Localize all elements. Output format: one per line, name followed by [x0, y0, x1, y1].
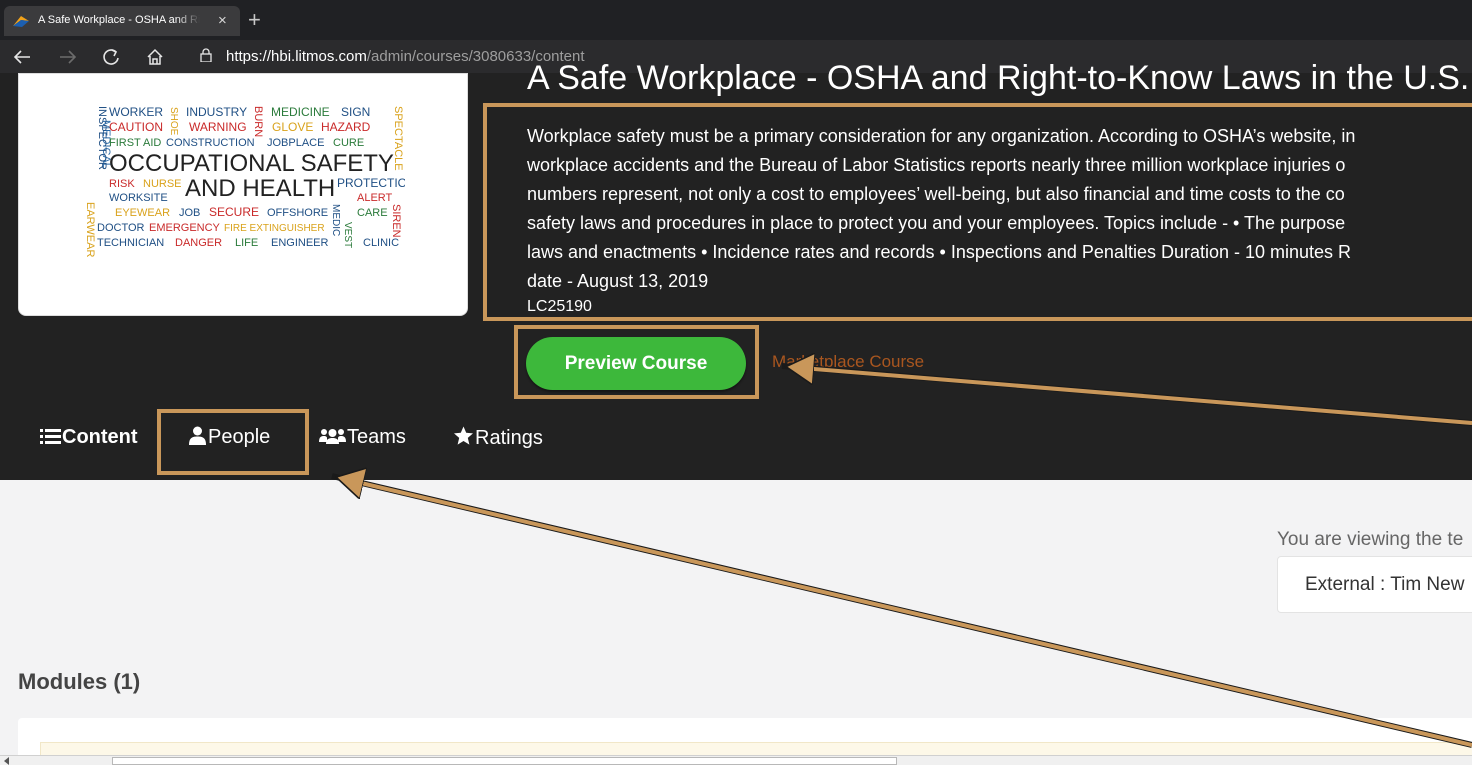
- viewing-as-label: You are viewing the te: [1277, 529, 1464, 550]
- browser-tab[interactable]: A Safe Workplace - OSHA and Right-to-Kno…: [4, 6, 240, 36]
- tab-content[interactable]: Content: [40, 426, 138, 448]
- course-code: LC25190: [527, 298, 592, 315]
- viewing-as-value: External : Tim New: [1305, 574, 1465, 595]
- word-alert: ALERT: [357, 192, 393, 204]
- lock-icon[interactable]: [200, 48, 212, 62]
- new-tab-icon[interactable]: +: [248, 6, 261, 34]
- word-jobplace: JOBPLACE: [267, 137, 324, 149]
- word-hazard: HAZARD: [321, 120, 371, 134]
- word-medicine: MEDICINE: [271, 105, 330, 119]
- word-earwear: EARWEAR: [84, 202, 96, 257]
- course-description-highlight: Workplace safety must be a primary consi…: [483, 103, 1472, 321]
- tab-content-label: Content: [62, 426, 138, 448]
- word-construction: CONSTRUCTION: [166, 137, 255, 149]
- horizontal-scrollbar[interactable]: [0, 755, 1472, 765]
- course-tabs: Content People Teams Ratings: [0, 408, 1472, 475]
- word-medic: MEDIC: [330, 204, 341, 236]
- preview-course-button[interactable]: Preview Course: [526, 337, 746, 390]
- close-tab-icon[interactable]: ×: [218, 11, 227, 31]
- word-risk: RISK: [109, 178, 135, 190]
- star-icon: [454, 426, 473, 445]
- word-eyewear: EYEWEAR: [115, 207, 170, 219]
- preview-course-highlight: Preview Course: [514, 325, 759, 399]
- modules-heading: Modules (1): [18, 669, 141, 694]
- tab-people-label: People: [208, 426, 271, 448]
- description-line: numbers represent, not only a cost to em…: [527, 184, 1345, 204]
- list-icon: [40, 429, 61, 444]
- back-icon[interactable]: [12, 48, 32, 66]
- word-nurse: NURSE: [143, 178, 182, 190]
- refresh-icon[interactable]: [101, 47, 121, 67]
- word-protection: PROTECTION: [337, 176, 405, 190]
- scrollbar-thumb[interactable]: [112, 757, 897, 765]
- url-scheme: https://: [226, 48, 272, 65]
- forward-icon[interactable]: [58, 48, 78, 66]
- safety-word-cloud-image: MEDICAL INSPECTOR EARWEAR WORKER SHOE IN…: [84, 105, 405, 257]
- tab-teams-label: Teams: [347, 426, 406, 448]
- course-description: Workplace safety must be a primary consi…: [527, 122, 1472, 296]
- browser-tab-title: A Safe Workplace - OSHA and Right-to-Kno…: [38, 14, 200, 26]
- word-first-aid: FIRST AID: [109, 137, 161, 149]
- description-line: Workplace safety must be a primary consi…: [527, 126, 1356, 146]
- word-emergency: EMERGENCY: [149, 222, 221, 234]
- home-icon[interactable]: [145, 47, 165, 67]
- word-siren: SIREN: [390, 204, 402, 238]
- word-cure: CURE: [333, 137, 364, 149]
- word-danger: DANGER: [175, 237, 222, 249]
- word-shoe: SHOE: [168, 107, 179, 136]
- word-sign: SIGN: [341, 105, 370, 119]
- viewing-as-select[interactable]: External : Tim New: [1277, 556, 1472, 613]
- tab-teams[interactable]: Teams: [319, 426, 406, 448]
- marketplace-course-link[interactable]: Marketplace Course: [772, 352, 924, 372]
- description-line: safety laws and procedures in place to p…: [527, 213, 1346, 233]
- course-thumbnail: MEDICAL INSPECTOR EARWEAR WORKER SHOE IN…: [18, 73, 468, 316]
- description-line: date - August 13, 2019: [527, 271, 709, 291]
- url-host: hbi.litmos.com: [271, 48, 367, 65]
- litmos-favicon-icon: [13, 16, 29, 27]
- word-clinic: CLINIC: [363, 237, 399, 249]
- word-fire-extinguisher: FIRE EXTINGUISHER: [224, 223, 325, 234]
- description-line: laws and enactments • Incidence rates an…: [527, 242, 1352, 262]
- word-job: JOB: [179, 207, 200, 219]
- course-title: A Safe Workplace - OSHA and Right-to-Kno…: [527, 59, 1470, 97]
- word-inspector: INSPECTOR: [96, 106, 108, 170]
- word-occupational-safety: OCCUPATIONAL SAFETY: [109, 150, 394, 177]
- tab-ratings-label: Ratings: [475, 427, 543, 449]
- tab-ratings[interactable]: Ratings: [453, 426, 543, 449]
- course-header: A Safe Workplace - OSHA and Right-to-Kno…: [0, 59, 1472, 480]
- word-offshore: OFFSHORE: [267, 207, 328, 219]
- word-burn: BURN: [252, 106, 264, 137]
- word-doctor: DOCTOR: [97, 222, 145, 234]
- word-industry: INDUSTRY: [186, 105, 247, 119]
- tab-people[interactable]: People: [188, 426, 270, 448]
- scroll-left-icon[interactable]: [4, 757, 9, 765]
- word-worksite: WORKSITE: [109, 192, 168, 204]
- word-worker: WORKER: [109, 105, 163, 119]
- word-warning: WARNING: [189, 120, 247, 134]
- browser-tab-bar: A Safe Workplace - OSHA and Right-to-Kno…: [0, 0, 1472, 40]
- users-icon: [319, 429, 346, 444]
- word-secure: SECURE: [209, 205, 259, 219]
- description-line: workplace accidents and the Bureau of La…: [527, 155, 1346, 175]
- word-life: LIFE: [235, 237, 258, 249]
- word-caution: CAUTION: [109, 120, 163, 134]
- user-icon: [189, 426, 206, 445]
- word-and-health: AND HEALTH: [185, 175, 335, 202]
- word-vest: VEST: [342, 222, 353, 248]
- word-care: CARE: [357, 207, 388, 219]
- word-engineer: ENGINEER: [271, 237, 329, 249]
- word-technician: TECHNICIAN: [97, 237, 164, 249]
- word-glove: GLOVE: [272, 120, 313, 134]
